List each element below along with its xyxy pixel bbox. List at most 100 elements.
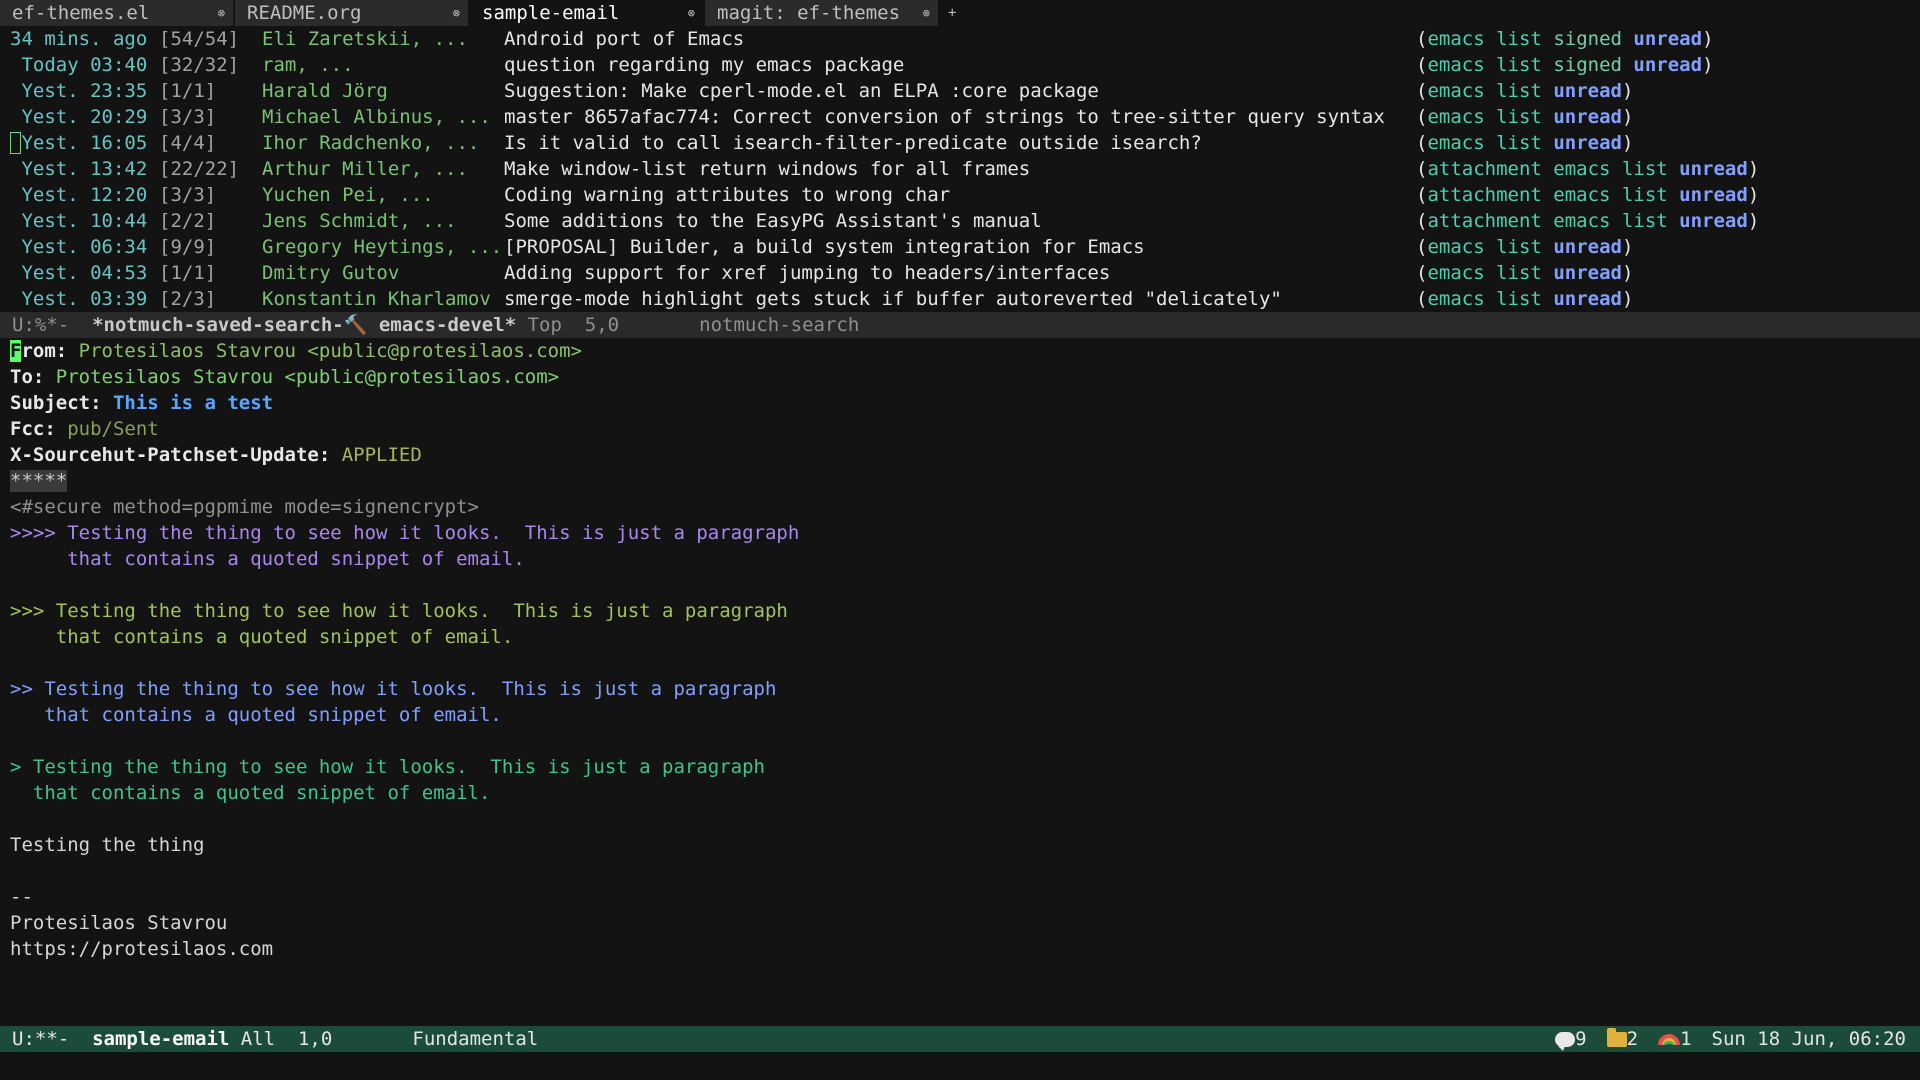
thread-count: [2/2] — [159, 210, 217, 232]
search-result-row[interactable]: Yest. 03:39 [2/3] Konstantin Kharlamov smer… — [10, 286, 1910, 312]
thread-authors: Dmitry Gutov — [262, 262, 400, 284]
header-key: Fcc: — [10, 418, 56, 440]
header-key: Subject: — [10, 392, 102, 414]
search-result-row[interactable]: Yest. 16:05 [4/4] Ihor Radchenko, ... Is it… — [10, 130, 1910, 156]
tag-unread: unread — [1553, 288, 1622, 310]
folder-icon — [1606, 1028, 1627, 1047]
tag-unread: unread — [1679, 210, 1748, 232]
email-buffer[interactable]: From: Protesilaos Stavrou <public@protes… — [0, 338, 1920, 962]
buffer-name: *notmuch-saved-search- — [92, 314, 344, 336]
thread-authors: Harald Jörg — [262, 80, 388, 102]
search-result-row[interactable]: Yest. 13:42 [22/22] Arthur Miller, ... Make… — [10, 156, 1910, 182]
quote-level-1: > Testing the thing to see how it looks.… — [10, 756, 765, 778]
thread-tags: (emacs list unread) — [1416, 288, 1634, 310]
rainbow-indicator[interactable]: 1 — [1658, 1026, 1692, 1052]
thread-count: [32/32] — [159, 54, 240, 76]
header-from: From: Protesilaos Stavrou <public@protes… — [10, 338, 1910, 364]
new-tab-button[interactable]: + — [940, 0, 964, 26]
tag-list: list — [1621, 184, 1668, 206]
echo-area[interactable] — [0, 1052, 1920, 1080]
header-key: To: — [10, 366, 45, 388]
thread-authors: Ihor Radchenko, ... — [262, 132, 480, 154]
thread-date: Yest. 06:34 — [10, 236, 148, 258]
search-result-row[interactable]: Yest. 04:53 [1/1] Dmitry Gutov Adding suppo… — [10, 260, 1910, 286]
tag-emacs: emacs — [1427, 106, 1485, 128]
close-icon[interactable]: ⊗ — [688, 0, 695, 26]
thread-tags: (attachment emacs list unread) — [1416, 184, 1760, 206]
text-cursor: F — [10, 340, 22, 362]
chat-bubble-icon — [1555, 1032, 1576, 1051]
tag-unread: unread — [1553, 80, 1622, 102]
search-result-row[interactable]: Today 03:40 [32/32] ram, ... question regar… — [10, 52, 1910, 78]
tag-emacs: emacs — [1427, 28, 1485, 50]
quote-level-1: that contains a quoted snippet of email. — [10, 782, 491, 804]
tag-unread: unread — [1553, 132, 1622, 154]
search-result-row[interactable]: Yest. 23:35 [1/1] Harald Jörg Suggestion: M… — [10, 78, 1910, 104]
buffer-name-suffix: emacs-devel* — [367, 314, 517, 336]
from-value: Protesilaos Stavrou <public@protesilaos.… — [67, 340, 582, 362]
fcc-value: pub/Sent — [55, 418, 159, 440]
thread-date: Today 03:40 — [10, 54, 148, 76]
close-icon[interactable]: ⊗ — [453, 0, 460, 26]
tag-signed: signed — [1553, 28, 1622, 50]
search-result-row[interactable]: Yest. 20:29 [3/3] Michael Albinus, ... mast… — [10, 104, 1910, 130]
tab-magit-ef-themes[interactable]: magit: ef-themes ⊗ — [705, 0, 940, 26]
close-icon[interactable]: ⊗ — [923, 0, 930, 26]
close-icon[interactable]: ⊗ — [218, 0, 225, 26]
datetime: Sun 18 Jun, 06:20 — [1711, 1028, 1906, 1050]
header-subject: Subject: This is a test — [10, 390, 1910, 416]
tag-list: list — [1496, 288, 1542, 310]
to-value: Protesilaos Stavrou <public@protesilaos.… — [44, 366, 560, 388]
tab-label: README.org — [247, 2, 362, 24]
tag-emacs: emacs — [1427, 236, 1485, 258]
tag-list: list — [1496, 80, 1542, 102]
rainbow-count: 1 — [1680, 1028, 1692, 1050]
search-result-row[interactable]: 34 mins. ago [54/54] Eli Zaretskii, ... And… — [10, 26, 1910, 52]
quote-level-4: >>>> Testing the thing to see how it loo… — [10, 522, 800, 544]
buffer-state: U:%*- — [12, 314, 93, 336]
thread-count: [3/3] — [159, 106, 217, 128]
thread-subject: [PROPOSAL] Builder, a build system integ… — [504, 236, 1145, 258]
thread-subject: Make window-list return windows for all … — [504, 158, 1031, 180]
thread-date: Yest. 10:44 — [10, 210, 148, 232]
thread-date: Yest. 13:42 — [10, 158, 148, 180]
tag-emacs: emacs — [1553, 158, 1611, 180]
tab-sample-email[interactable]: sample-email ⊗ — [470, 0, 705, 26]
thread-count: [3/3] — [159, 184, 217, 206]
header-sourcehut: X-Sourcehut-Patchset-Update: APPLIED — [10, 442, 1910, 468]
thread-subject: smerge-mode highlight gets stuck if buff… — [504, 288, 1282, 310]
quote-level-2: that contains a quoted snippet of email. — [10, 704, 502, 726]
thread-tags: (emacs list unread) — [1416, 236, 1634, 258]
mml-secure-tag: <#secure method=pgpmime mode=signencrypt… — [10, 496, 479, 518]
tag-attachment: attachment — [1427, 210, 1542, 232]
search-result-row[interactable]: Yest. 12:20 [3/3] Yuchen Pei, ... Coding wa… — [10, 182, 1910, 208]
search-result-row[interactable]: Yest. 10:44 [2/2] Jens Schmidt, ... Some ad… — [10, 208, 1910, 234]
thread-date: 34 mins. ago — [10, 28, 148, 50]
tag-unread: unread — [1679, 158, 1748, 180]
subject-value: This is a test — [101, 392, 274, 414]
messages-indicator[interactable]: 9 — [1555, 1026, 1587, 1052]
thread-authors: Gregory Heytings, ... — [262, 236, 503, 258]
buffer-name: sample-email — [92, 1028, 230, 1050]
buffer-position: All 1,0 — [229, 1028, 333, 1050]
tab-label: magit: ef-themes — [717, 2, 901, 24]
mode-line-email: U:**- sample-email All 1,0 Fundamental 9… — [0, 1026, 1920, 1052]
thread-date: Yest. 12:20 — [10, 184, 148, 206]
thread-subject: Is it valid to call isearch-filter-predi… — [504, 132, 1202, 154]
search-result-row[interactable]: Yest. 06:34 [9/9] Gregory Heytings, ... [PR… — [10, 234, 1910, 260]
thread-date: Yest. 23:35 — [10, 80, 148, 102]
thread-count: [1/1] — [159, 262, 217, 284]
tab-readme-org[interactable]: README.org ⊗ — [235, 0, 470, 26]
thread-subject: question regarding my emacs package — [504, 54, 905, 76]
tag-emacs: emacs — [1427, 80, 1485, 102]
folders-indicator[interactable]: 2 — [1606, 1026, 1638, 1052]
thread-tags: (attachment emacs list unread) — [1416, 210, 1760, 232]
thread-authors: Yuchen Pei, ... — [262, 184, 434, 206]
major-mode[interactable]: Fundamental — [332, 1026, 538, 1052]
header-key: X-Sourcehut-Patchset-Update: — [10, 444, 331, 466]
tab-ef-themes-el[interactable]: ef-themes.el ⊗ — [0, 0, 235, 26]
tag-emacs: emacs — [1427, 262, 1485, 284]
thread-tags: (emacs list unread) — [1416, 132, 1634, 154]
